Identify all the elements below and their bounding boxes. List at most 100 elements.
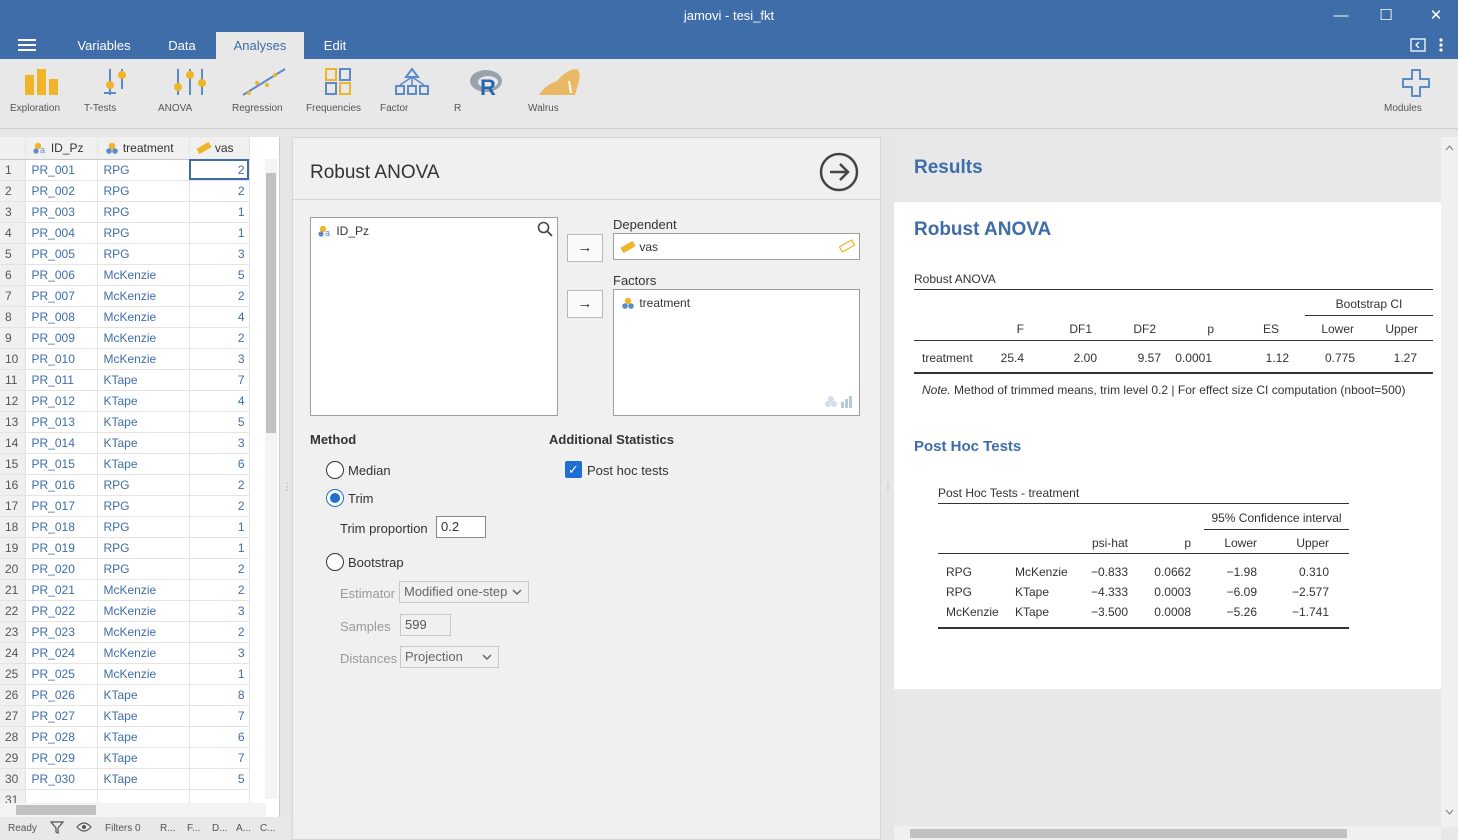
cell-vas[interactable]: 6 [189, 726, 250, 748]
row-number[interactable]: 4 [0, 222, 26, 244]
cell-id-pz[interactable]: PR_014 [25, 432, 98, 454]
row-number[interactable]: 26 [0, 684, 26, 706]
cell-vas[interactable]: 2 [189, 621, 250, 643]
cell-vas[interactable]: 2 [189, 285, 250, 307]
cell-treatment[interactable]: McKenzie [97, 642, 190, 664]
cell-treatment[interactable]: McKenzie [97, 621, 190, 643]
cell-vas[interactable]: 2 [189, 558, 250, 580]
trim-radio[interactable] [326, 489, 344, 507]
cell-vas[interactable]: 6 [189, 453, 250, 475]
list-item[interactable]: a ID_Pz [317, 224, 369, 238]
cell-treatment[interactable]: KTape [97, 684, 190, 706]
cell-id-pz[interactable]: PR_015 [25, 453, 98, 475]
tab-data[interactable]: Data [152, 32, 212, 59]
post-hoc-checkbox[interactable]: ✓ [565, 461, 582, 478]
cell-vas[interactable]: 7 [189, 705, 250, 727]
cell-id-pz[interactable]: PR_009 [25, 327, 98, 349]
sheet-horizontal-scrollbar[interactable] [0, 803, 266, 817]
splitter-handle[interactable]: ⋮ [883, 482, 893, 493]
cell-treatment[interactable]: McKenzie [97, 579, 190, 601]
cell-treatment[interactable]: RPG [97, 495, 190, 517]
row-number[interactable]: 12 [0, 390, 26, 412]
row-number[interactable]: 9 [0, 327, 26, 349]
cell-id-pz[interactable]: PR_030 [25, 768, 98, 790]
cell-treatment[interactable]: McKenzie [97, 285, 190, 307]
cell-vas[interactable]: 2 [189, 159, 250, 181]
cell-id-pz[interactable]: PR_012 [25, 390, 98, 412]
distances-select[interactable]: Projection [400, 646, 499, 668]
splitter-handle[interactable]: ⋮ [282, 482, 292, 493]
cell-id-pz[interactable]: PR_027 [25, 705, 98, 727]
results-horizontal-scrollbar[interactable] [894, 826, 1441, 840]
dependent-target-list[interactable]: vas [613, 233, 860, 260]
cell-id-pz[interactable]: PR_024 [25, 642, 98, 664]
cell-id-pz[interactable]: PR_025 [25, 663, 98, 685]
cell-treatment[interactable]: McKenzie [97, 348, 190, 370]
cell-treatment[interactable]: KTape [97, 411, 190, 433]
move-to-dependent-button[interactable]: → [567, 234, 603, 262]
row-number[interactable]: 24 [0, 642, 26, 664]
cell-treatment[interactable]: RPG [97, 159, 190, 181]
list-item[interactable]: treatment [620, 296, 690, 310]
row-number[interactable]: 14 [0, 432, 26, 454]
collapse-options-icon[interactable] [819, 152, 859, 192]
row-number[interactable]: 8 [0, 306, 26, 328]
cell-id-pz[interactable]: PR_011 [25, 369, 98, 391]
cell-id-pz[interactable]: PR_003 [25, 201, 98, 223]
cell-vas[interactable]: 8 [189, 684, 250, 706]
median-radio[interactable] [326, 461, 344, 479]
factor-button[interactable]: Factor [380, 67, 444, 123]
row-number[interactable]: 13 [0, 411, 26, 433]
row-number[interactable]: 10 [0, 348, 26, 370]
row-number[interactable]: 23 [0, 621, 26, 643]
row-number[interactable]: 7 [0, 285, 26, 307]
samples-input[interactable]: 599 [400, 614, 451, 636]
row-number[interactable]: 21 [0, 579, 26, 601]
cell-treatment[interactable]: KTape [97, 726, 190, 748]
results-vertical-scrollbar[interactable] [1441, 137, 1458, 827]
modules-button[interactable]: Modules [1384, 67, 1448, 123]
cell-vas[interactable]: 1 [189, 222, 250, 244]
cell-vas[interactable]: 3 [189, 432, 250, 454]
cell-id-pz[interactable]: PR_008 [25, 306, 98, 328]
cell-treatment[interactable]: RPG [97, 180, 190, 202]
column-header-id-pz[interactable]: a ID_Pz [25, 137, 98, 160]
filter-icon[interactable] [49, 820, 65, 837]
tab-analyses[interactable]: Analyses [216, 32, 304, 59]
cell-id-pz[interactable]: PR_022 [25, 600, 98, 622]
cell-treatment[interactable]: McKenzie [97, 600, 190, 622]
row-number[interactable]: 25 [0, 663, 26, 685]
row-number[interactable]: 3 [0, 201, 26, 223]
scrollbar-thumb[interactable] [910, 829, 1347, 838]
cell-id-pz[interactable]: PR_010 [25, 348, 98, 370]
cell-treatment[interactable]: KTape [97, 432, 190, 454]
cell-id-pz[interactable]: PR_002 [25, 180, 98, 202]
hamburger-menu-icon[interactable] [18, 39, 36, 53]
cell-vas[interactable]: 4 [189, 306, 250, 328]
column-header-treatment[interactable]: treatment [97, 137, 190, 160]
cell-id-pz[interactable]: PR_005 [25, 243, 98, 265]
cell-vas[interactable]: 7 [189, 369, 250, 391]
walrus-button[interactable]: Walrus [528, 67, 592, 123]
cell-vas[interactable]: 3 [189, 243, 250, 265]
regression-button[interactable]: Regression [232, 67, 296, 123]
row-number[interactable]: 30 [0, 768, 26, 790]
search-icon[interactable] [537, 221, 553, 240]
cell-id-pz[interactable]: PR_019 [25, 537, 98, 559]
cell-vas[interactable]: 1 [189, 537, 250, 559]
frequencies-button[interactable]: Frequencies [306, 67, 370, 123]
sheet-vertical-scrollbar[interactable] [265, 159, 277, 799]
exploration-button[interactable]: Exploration [10, 67, 74, 123]
r-button[interactable]: R R [454, 67, 518, 123]
row-number[interactable]: 22 [0, 600, 26, 622]
cell-vas[interactable]: 5 [189, 264, 250, 286]
cell-vas[interactable]: 2 [189, 495, 250, 517]
row-number[interactable]: 19 [0, 537, 26, 559]
corner-cell[interactable] [0, 137, 26, 160]
cell-treatment[interactable]: McKenzie [97, 663, 190, 685]
cell-id-pz[interactable]: PR_007 [25, 285, 98, 307]
cell-treatment[interactable]: RPG [97, 474, 190, 496]
cell-vas[interactable]: 2 [189, 579, 250, 601]
cell-vas[interactable]: 3 [189, 348, 250, 370]
trim-proportion-input[interactable]: 0.2 [436, 516, 486, 538]
